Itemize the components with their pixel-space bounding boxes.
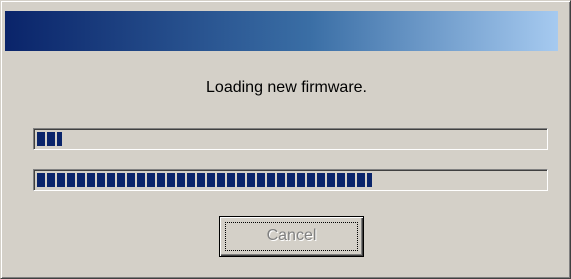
progress-track: [37, 173, 544, 187]
progress-bar-2: [33, 169, 548, 191]
cancel-button[interactable]: Cancel: [219, 216, 364, 257]
status-message: Loading new firmware.: [206, 79, 367, 96]
progress-fill-2: [37, 173, 372, 187]
progress-fill-1: [37, 132, 63, 146]
title-bar[interactable]: [5, 11, 558, 51]
firmware-dialog: Loading new firmware. Cancel: [0, 0, 571, 279]
cancel-label: Cancel: [266, 227, 317, 244]
progress-track: [37, 132, 544, 146]
progress-bar-1: [33, 128, 548, 150]
